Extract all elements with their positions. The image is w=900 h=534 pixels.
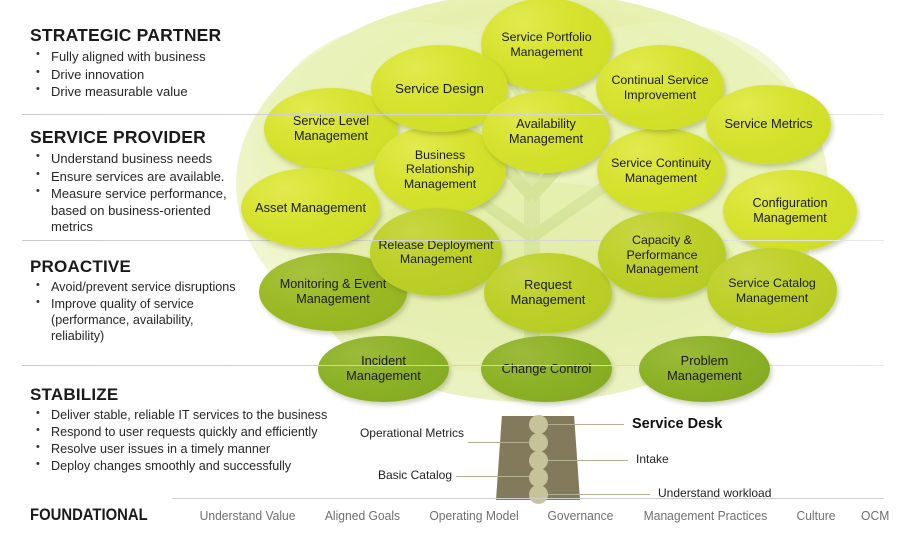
practice-bubble-label: Release Deployment Management [378, 237, 494, 266]
practice-bubble-label: Capacity & Performance Management [625, 233, 699, 277]
service-desk-trunk-group: Service Desk Operational Metrics Basic C… [360, 404, 900, 504]
tier-bullet-list: Understand business needs Ensure service… [30, 150, 245, 236]
tier-stabilize: STABILIZE Deliver stable, reliable IT se… [30, 385, 360, 476]
tier-bullet: Measure service performance, based on bu… [30, 185, 245, 236]
leader-line-service-desk [540, 424, 624, 425]
divider-provider-proactive [22, 240, 884, 241]
tier-title: STABILIZE [30, 385, 119, 404]
tier-bullet: Deploy changes smoothly and successfully [30, 458, 360, 475]
practice-bubble[interactable]: Availability Management [482, 91, 610, 173]
foundational-item: Operating Model [429, 508, 519, 523]
practice-bubble[interactable]: Release Deployment Management [370, 208, 502, 296]
practice-bubble-label: Change Control [501, 360, 592, 376]
practice-bubble-label: Asset Management [254, 199, 367, 215]
practice-bubble-label: Service Portfolio Management [501, 30, 592, 59]
foundational-divider [172, 498, 884, 499]
tier-strategic-partner: STRATEGIC PARTNER Fully aligned with bus… [30, 25, 221, 102]
tier-bullet: Deliver stable, reliable IT services to … [30, 407, 360, 424]
practice-bubble[interactable]: Asset Management [241, 168, 380, 248]
tier-bullet: Ensure services are available. [30, 168, 245, 186]
tier-bullet-list: Avoid/prevent service disruptions Improv… [30, 279, 246, 345]
practice-bubble[interactable]: Change Control [481, 336, 612, 402]
practice-bubble-label: Problem Management [667, 353, 742, 383]
practice-bubble-label: Availability Management [508, 117, 584, 146]
foundational-item: Governance [547, 508, 614, 523]
leader-line-intake [540, 460, 628, 461]
practice-bubble[interactable]: Problem Management [639, 336, 770, 402]
practice-bubble[interactable]: Request Management [484, 253, 612, 333]
tier-bullet: Fully aligned with business [30, 48, 221, 66]
tier-bullet-list: Fully aligned with business Drive innova… [30, 48, 221, 101]
leader-line-understand-workload [540, 494, 650, 495]
practice-bubble-label: Continual Service Improvement [611, 73, 709, 102]
foundational-item-list: Understand Value Aligned Goals Operating… [196, 508, 890, 523]
tier-title: PROACTIVE [30, 257, 131, 276]
foundational-item: Management Practices [643, 508, 768, 523]
tier-bullet: Drive innovation [30, 66, 221, 84]
foundational-item: OCM [860, 508, 889, 523]
practice-bubble-label: Configuration Management [752, 196, 828, 225]
practice-bubble-label: Incident Management [346, 353, 421, 383]
tier-service-provider: SERVICE PROVIDER Understand business nee… [30, 127, 245, 237]
foundational-item: Understand Value [199, 508, 296, 523]
callout-intake: Intake [636, 452, 669, 466]
trunk-knot [529, 415, 548, 434]
practice-bubble-label: Service Metrics [724, 116, 813, 132]
leader-line-basic-catalog [456, 476, 540, 477]
practice-bubble[interactable]: Service Metrics [706, 85, 831, 164]
practice-bubble-label: Service Level Management [292, 114, 370, 143]
practice-bubble[interactable]: Service Catalog Management [707, 248, 837, 333]
service-desk-title: Service Desk [632, 416, 723, 432]
practice-bubble[interactable]: Service Continuity Management [597, 128, 725, 213]
practice-bubble-label: Business Relationship Management [403, 147, 477, 191]
tier-bullet: Improve quality of service (performance,… [30, 296, 246, 345]
tier-title: SERVICE PROVIDER [30, 127, 206, 147]
foundational-item: Aligned Goals [324, 508, 401, 523]
tier-bullet: Avoid/prevent service disruptions [30, 279, 246, 296]
tier-proactive: PROACTIVE Avoid/prevent service disrupti… [30, 257, 246, 346]
foundational-row: FOUNDATIONAL Understand Value Aligned Go… [0, 498, 900, 534]
tier-bullet: Drive measurable value [30, 83, 221, 101]
practice-bubble[interactable]: Continual Service Improvement [596, 45, 724, 130]
practice-bubble-label: Service Catalog Management [728, 276, 816, 305]
foundational-item: Culture [796, 508, 836, 523]
practice-bubble-label: Service Design [395, 80, 484, 96]
trunk-knot [529, 433, 548, 452]
tier-bullet: Respond to user requests quickly and eff… [30, 424, 360, 441]
practice-bubble-label: Service Continuity Management [611, 156, 711, 185]
tier-bullet: Understand business needs [30, 150, 245, 168]
practice-bubble-label: Monitoring & Event Management [279, 277, 387, 306]
tier-bullet-list: Deliver stable, reliable IT services to … [30, 407, 360, 475]
tier-title: STRATEGIC PARTNER [30, 25, 222, 45]
foundational-label: FOUNDATIONAL [30, 506, 148, 524]
tier-bullet: Resolve user issues in a timely manner [30, 441, 360, 458]
practice-bubble-label: Request Management [510, 277, 586, 307]
itsm-maturity-tree-diagram: STRATEGIC PARTNER Fully aligned with bus… [0, 0, 900, 534]
